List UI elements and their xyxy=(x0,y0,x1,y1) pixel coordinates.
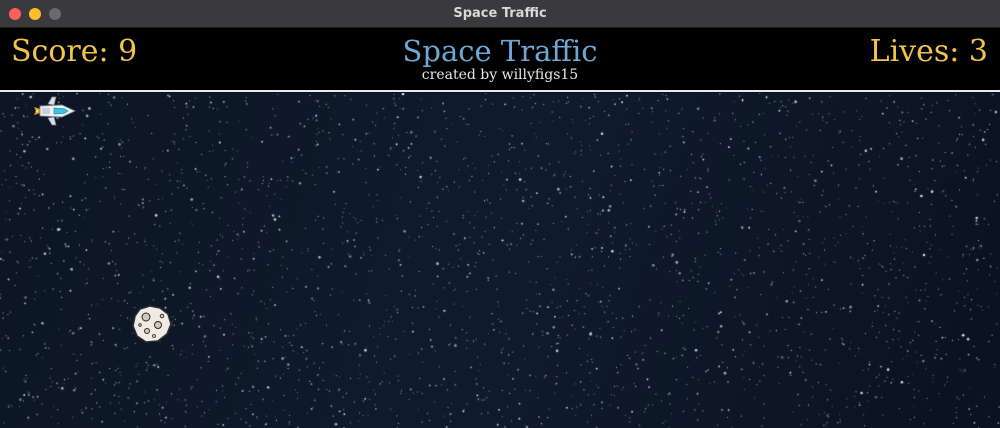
asteroid-icon xyxy=(132,305,172,343)
spaceship-icon xyxy=(34,96,77,126)
game-field[interactable] xyxy=(0,93,1000,428)
window-title: Space Traffic xyxy=(453,6,547,21)
starfield-background xyxy=(0,93,1000,428)
game-window: Space Traffic Score: 9 Space Traffic cre… xyxy=(0,0,1000,428)
game-title: Space Traffic xyxy=(402,34,598,68)
title-bar: Space Traffic xyxy=(0,0,1000,28)
credit-text: created by willyfigs15 xyxy=(421,67,579,83)
hud-bar: Score: 9 Space Traffic created by willyf… xyxy=(0,28,1000,92)
lives-display: Lives: 3 xyxy=(869,34,988,69)
